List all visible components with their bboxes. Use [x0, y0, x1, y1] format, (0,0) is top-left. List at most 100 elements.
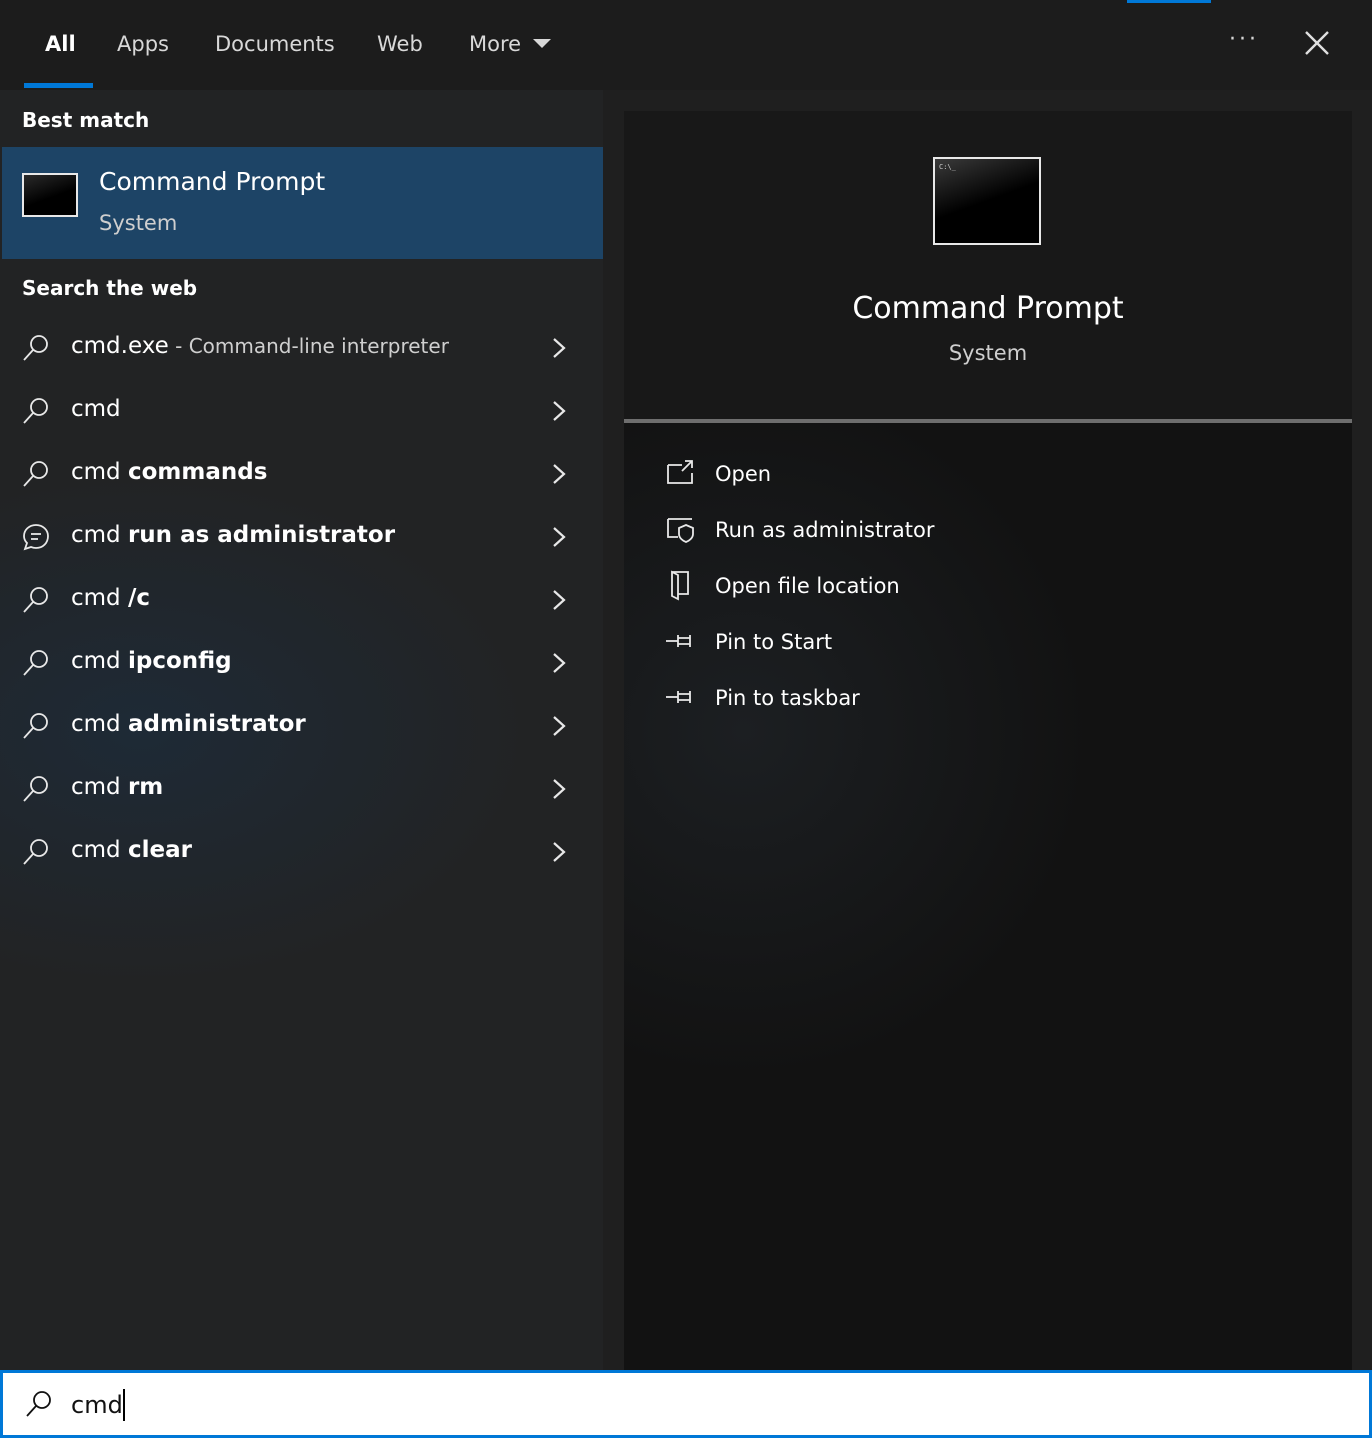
suggestion-text: cmd.exe - Command-line interpreter [71, 333, 449, 359]
suggestion-completion: rm [127, 774, 164, 800]
tab-apps[interactable]: Apps [117, 26, 169, 62]
chevron-right-icon [553, 842, 566, 862]
chevron-right-icon [553, 653, 566, 673]
active-tab-indicator [24, 83, 93, 88]
action-label: Pin to taskbar [715, 686, 860, 710]
window-accent-strip [1127, 0, 1211, 3]
start-search-window: All Apps Documents Web More ··· Best mat… [0, 0, 1372, 1438]
suggestion-text: cmd run as administrator [71, 522, 395, 548]
suggestion-text: cmd /c [71, 585, 150, 611]
tab-all[interactable]: All [45, 26, 76, 62]
command-prompt-large-icon: C:\_ [933, 157, 1041, 245]
suggestion-text: cmd administrator [71, 711, 306, 737]
search-icon [23, 776, 48, 802]
suggestion-completion: run as administrator [127, 522, 396, 548]
suggestion-text: cmd clear [71, 837, 192, 863]
chevron-right-icon [553, 590, 566, 610]
search-icon [23, 398, 48, 424]
action-label: Pin to Start [715, 630, 833, 654]
suggestion-query: cmd [71, 774, 128, 800]
suggestion-query: cmd [71, 585, 128, 611]
suggestion-query: cmd [71, 396, 121, 422]
chevron-right-icon [553, 716, 566, 736]
suggestion-text: cmd rm [71, 774, 163, 800]
best-match-subtitle: System [99, 211, 178, 235]
action-open[interactable]: Open [664, 453, 1304, 497]
chevron-right-icon [553, 464, 566, 484]
suggestion-completion: clear [127, 837, 192, 863]
suggestion-description: - Command-line interpreter [168, 334, 449, 358]
suggestion-query: cmd.exe [71, 333, 169, 359]
more-options-button[interactable]: ··· [1222, 22, 1266, 62]
action-label: Run as administrator [715, 518, 935, 542]
suggestion-query: cmd [71, 522, 128, 548]
best-match-result[interactable]: Command Prompt System [2, 147, 603, 259]
tab-more[interactable]: More [469, 26, 552, 62]
chevron-right-icon [553, 779, 566, 799]
detail-header: C:\_ Command Prompt System [624, 111, 1352, 423]
suggestion-completion: ipconfig [127, 648, 232, 674]
close-button[interactable] [1296, 22, 1338, 64]
thumb-prompt-text: C:\_ [939, 163, 956, 171]
action-run-as-administrator[interactable]: Run as administrator [664, 509, 1304, 553]
suggestion-text: cmd ipconfig [71, 648, 232, 674]
web-search-suggestion[interactable]: cmd.exe - Command-line interpreter [0, 318, 603, 378]
suggestion-completion: administrator [127, 711, 306, 737]
search-icon [23, 461, 48, 487]
detail-divider [624, 419, 1352, 423]
pin-icon [666, 635, 691, 647]
detail-pane: C:\_ Command Prompt System Open Run as a… [624, 111, 1352, 1370]
suggestion-query: cmd [71, 837, 128, 863]
tab-more-label: More [469, 32, 522, 56]
best-match-title: Command Prompt [99, 167, 326, 196]
command-prompt-app-icon [22, 173, 78, 217]
web-search-suggestion[interactable]: cmd commands [0, 444, 603, 504]
search-icon [23, 335, 48, 361]
search-web-heading: Search the web [22, 276, 198, 300]
suggestion-query: cmd [71, 648, 128, 674]
results-list: Best match Command Prompt System Search … [0, 90, 603, 1370]
suggestion-text: cmd [71, 396, 121, 422]
chevron-right-icon [553, 338, 566, 358]
search-icon [23, 839, 48, 865]
suggestion-query: cmd [71, 711, 128, 737]
web-search-suggestion[interactable]: cmd clear [0, 822, 603, 882]
tab-web[interactable]: Web [377, 26, 423, 62]
suggestion-text: cmd commands [71, 459, 267, 485]
web-search-suggestion[interactable]: cmd run as administrator [0, 507, 603, 567]
open-icon [667, 460, 693, 484]
search-box[interactable] [0, 1370, 1372, 1438]
action-label: Open [715, 462, 772, 486]
detail-subtitle: System [948, 341, 1028, 365]
web-search-suggestion[interactable]: cmd ipconfig [0, 633, 603, 693]
detail-title: Command Prompt [852, 291, 1124, 326]
search-input[interactable] [71, 1385, 1271, 1425]
chat-bubble-icon [23, 524, 49, 551]
search-tab-bar: All Apps Documents Web More ··· [0, 0, 1372, 90]
action-open-file-location[interactable]: Open file location [664, 565, 1304, 609]
pin-icon [666, 691, 691, 703]
file-location-icon [671, 570, 689, 601]
search-icon [26, 1391, 51, 1417]
web-search-suggestion[interactable]: cmd administrator [0, 696, 603, 756]
web-search-suggestion[interactable]: cmd /c [0, 570, 603, 630]
shield-icon [667, 518, 694, 543]
close-icon [1305, 31, 1329, 55]
suggestion-completion: /c [127, 585, 151, 611]
action-pin-to-start[interactable]: Pin to Start [664, 621, 1304, 665]
web-search-suggestion[interactable]: cmd rm [0, 759, 603, 819]
web-search-suggestion[interactable]: cmd [0, 381, 603, 441]
action-label: Open file location [715, 574, 900, 598]
search-icon [23, 713, 48, 739]
suggestion-query: cmd [71, 459, 128, 485]
suggestion-completion: commands [127, 459, 268, 485]
chevron-right-icon [553, 527, 566, 547]
text-caret [123, 1389, 125, 1421]
search-icon [23, 587, 48, 613]
tab-documents[interactable]: Documents [215, 26, 335, 62]
search-icon [23, 650, 48, 676]
best-match-heading: Best match [22, 108, 150, 132]
caret-down-icon [533, 38, 552, 48]
chevron-right-icon [553, 401, 566, 421]
action-pin-to-taskbar[interactable]: Pin to taskbar [664, 677, 1304, 721]
